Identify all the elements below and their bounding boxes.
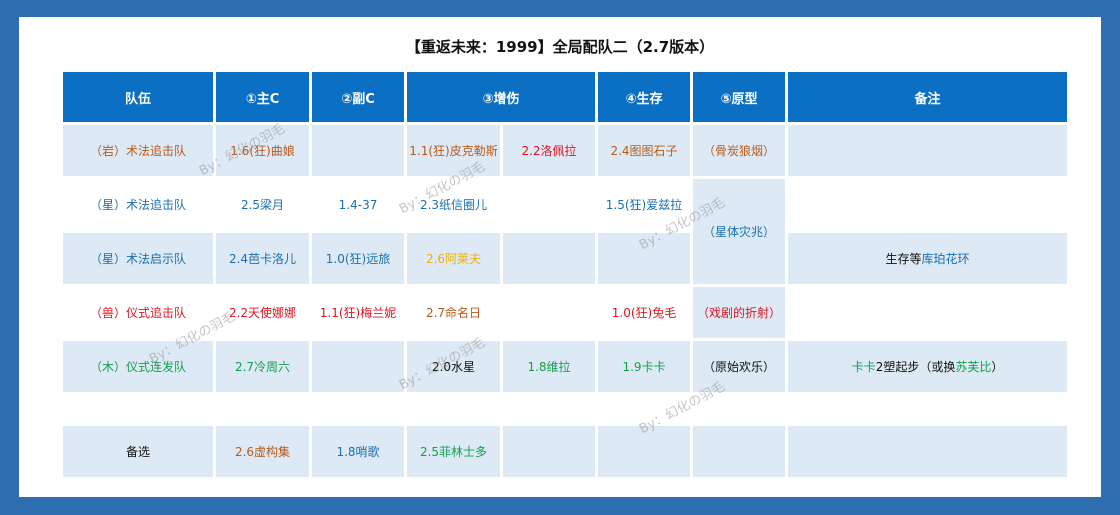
survival-cell [598, 233, 691, 284]
arcanum-cell: （骨炭狼烟） [693, 125, 786, 176]
survival-cell: 1.9卡卡 [598, 341, 691, 392]
arcanum-cell [693, 426, 786, 477]
content-card: 【重返未来：1999】全局配队二（2.7版本） 队伍 ①主C ②副C ③增伤 ④… [19, 17, 1101, 497]
header-row: 队伍 ①主C ②副C ③增伤 ④生存 ⑤原型 备注 [63, 72, 1068, 122]
note-woods-part1: 卡卡 [851, 360, 876, 374]
main-c-cell: 2.4芭卡洛儿 [216, 233, 309, 284]
header-buff: ③增伤 [407, 72, 596, 122]
buff-cell: 2.3纸信圈儿 [419, 198, 488, 212]
note-cell: 卡卡2塑起步（或换苏芙比） [788, 341, 1068, 392]
team-cell: （星）术法追击队 [89, 198, 186, 212]
buff-cell: 2.0水星 [407, 341, 500, 392]
sub-c-cell [312, 125, 404, 176]
buff-cell: 2.5菲林士多 [407, 426, 500, 477]
survival-cell: 1.5(狂)爱兹拉 [605, 198, 683, 212]
arcanum-cell: （原始欢乐） [693, 341, 786, 392]
table-row: 备选 2.6虚构集 1.8哨歌 2.5菲林士多 [63, 426, 1068, 477]
sub-c-cell: 1.1(狂)梅兰妮 [319, 306, 397, 320]
note-survival-item: 库珀花环 [921, 252, 970, 266]
note-woods-part4: ） [991, 360, 1004, 374]
buff-cell-2: 1.8维拉 [503, 341, 596, 392]
buff-cell: 2.6阿莱夫 [407, 233, 500, 284]
note-woods-part3: 苏芙比 [955, 360, 992, 374]
buff-cell-2: 2.2洛佩拉 [503, 125, 596, 176]
sub-c-cell: 1.0(狂)远旅 [312, 233, 404, 284]
table-row: （兽）仪式追击队 2.2天使娜娜 1.1(狂)梅兰妮 2.7命名日 1.0(狂)… [63, 287, 1067, 338]
main-c-cell: 2.2天使娜娜 [228, 306, 297, 320]
table-row: （岩）术法追击队 1.6(狂)曲娘 1.1(狂)皮克勒斯 2.2洛佩拉 2.4图… [63, 125, 1068, 176]
survival-cell: 1.0(狂)兔毛 [611, 306, 677, 320]
buff-cell: 2.7命名日 [425, 306, 482, 320]
note-cell [788, 287, 1067, 338]
header-team: 队伍 [63, 72, 213, 122]
main-c-cell: 2.7冷周六 [216, 341, 309, 392]
note-cell [788, 125, 1068, 176]
header-arcanum: ⑤原型 [693, 72, 786, 122]
main-c-cell: 2.5梁月 [240, 198, 285, 212]
note-survival-cell: 生存等库珀花环 [788, 233, 1068, 284]
sub-c-cell: 1.4-37 [338, 197, 378, 212]
survival-cell: 2.4图图石子 [598, 125, 691, 176]
arcanum-star-cell: （星体灾兆） [693, 179, 786, 284]
header-sub-c: ②副C [312, 72, 404, 122]
buff-cell-2 [503, 233, 596, 284]
header-survival: ④生存 [598, 72, 691, 122]
note-survival-prefix: 生存等 [885, 252, 922, 266]
table-row: （星）术法追击队 2.5梁月 1.4-37 2.3纸信圈儿 1.5(狂)爱兹拉 … [63, 179, 1067, 284]
header-note: 备注 [788, 72, 1068, 122]
team-cell: （岩）术法追击队 [63, 125, 213, 176]
sub-c-cell: 1.8哨歌 [312, 426, 404, 477]
team-cell: （星）术法启示队 [63, 233, 213, 284]
team-table: 队伍 ①主C ②副C ③增伤 ④生存 ⑤原型 备注 （岩）术法追击队 1.6(狂… [60, 72, 1070, 477]
buff-cell-2 [503, 287, 595, 338]
note-woods-part2: 2塑起步（或换 [875, 360, 956, 374]
arcanum-cell: （戏剧的折射） [693, 287, 786, 338]
header-main-c: ①主C [216, 72, 309, 122]
table-row: （木）仪式连发队 2.7冷周六 2.0水星 1.8维拉 1.9卡卡 （原始欢乐）… [63, 341, 1068, 392]
note-cell [788, 179, 1067, 230]
page-title: 【重返未来：1999】全局配队二（2.7版本） [405, 38, 715, 56]
buff-cell: 1.1(狂)皮克勒斯 [407, 125, 500, 176]
survival-cell [598, 426, 691, 477]
note-cell [788, 426, 1068, 477]
buff-cell-2 [503, 179, 595, 230]
table-row: （星）术法启示队 2.4芭卡洛儿 1.0(狂)远旅 2.6阿莱夫 生存等库珀花环 [63, 233, 1068, 284]
buff-cell-2 [503, 426, 596, 477]
team-cell: （兽）仪式追击队 [89, 306, 186, 320]
sub-c-cell [312, 341, 404, 392]
main-c-cell: 2.6虚构集 [216, 426, 309, 477]
team-cell: 备选 [63, 426, 213, 477]
main-c-cell: 1.6(狂)曲娘 [216, 125, 309, 176]
team-cell: （木）仪式连发队 [63, 341, 213, 392]
